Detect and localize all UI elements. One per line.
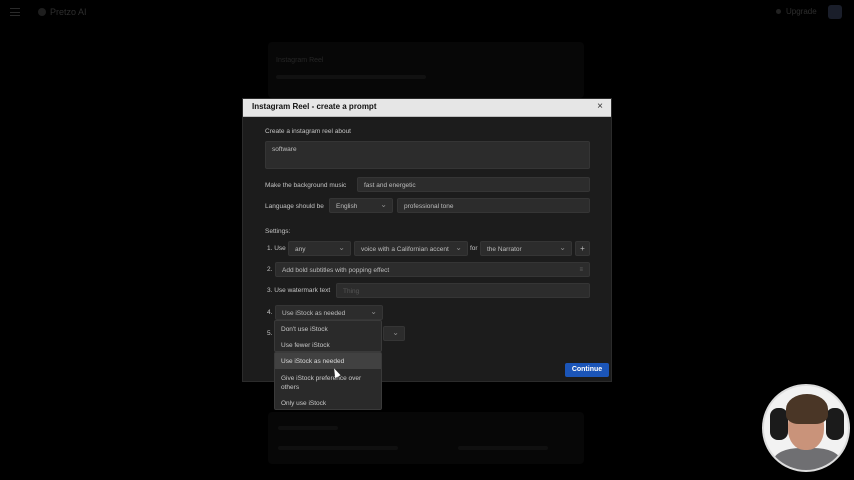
app-name: Pretzo AI <box>50 7 87 17</box>
background-bottom-card <box>268 412 584 464</box>
voice-accent-select[interactable]: voice with a Californian accent <box>354 241 468 256</box>
upgrade-link[interactable]: Upgrade <box>786 7 817 16</box>
istock-options-lower: Use iStock as needed Give iStock prefere… <box>274 352 382 410</box>
language-select[interactable]: English <box>329 198 393 213</box>
role-select[interactable]: the Narrator <box>480 241 572 256</box>
background-card <box>268 42 584 98</box>
background-card-line <box>276 75 426 79</box>
headphone-right-icon <box>826 408 844 440</box>
user-avatar[interactable] <box>828 5 842 19</box>
app-logo-icon <box>38 8 46 16</box>
topic-textarea[interactable]: software <box>265 141 590 169</box>
option-give-istock-preference[interactable]: Give iStock preference over <box>281 374 361 383</box>
subtitles-text: Add bold subtitles with popping effect <box>282 267 390 274</box>
modal-title: Instagram Reel - create a prompt <box>252 102 377 111</box>
tone-input[interactable]: professional tone <box>397 198 590 213</box>
webcam-hair <box>786 394 828 424</box>
modal-header: Instagram Reel - create a prompt × <box>243 99 611 117</box>
row5-number: 5. <box>267 330 273 337</box>
app-topbar: Pretzo AI Upgrade <box>0 0 854 26</box>
voice-type-select[interactable]: any <box>288 241 351 256</box>
option-use-fewer-istock[interactable]: Use fewer iStock <box>281 341 330 350</box>
row4-number: 4. <box>267 309 273 316</box>
row1-label: 1. Use <box>267 245 286 252</box>
topic-label: Create a instagram reel about <box>265 128 351 135</box>
settings-label: Settings: <box>265 228 291 235</box>
background-card-title: Instagram Reel <box>276 57 324 64</box>
background-line <box>278 446 398 450</box>
istock-usage-select[interactable]: Use iStock as needed <box>275 305 383 320</box>
row2-number: 2. <box>267 266 273 273</box>
close-icon[interactable]: × <box>597 101 603 112</box>
option-use-istock-as-needed[interactable]: Use iStock as needed <box>275 353 381 369</box>
option-selected-label: Use iStock as needed <box>281 358 345 365</box>
for-label: for <box>470 245 478 252</box>
add-voice-button[interactable]: + <box>575 241 590 256</box>
row5-select[interactable] <box>383 326 405 341</box>
drag-handle-icon[interactable]: ≡ <box>579 267 583 273</box>
webcam-shirt <box>774 448 840 470</box>
music-input[interactable]: fast and energetic <box>357 177 590 192</box>
row3-label: 3. Use watermark text <box>267 287 331 294</box>
background-line <box>278 426 338 430</box>
music-label: Make the background music <box>265 182 347 189</box>
language-label: Language should be <box>265 203 324 210</box>
upgrade-icon <box>776 9 781 14</box>
watermark-input[interactable]: Thing <box>336 283 590 298</box>
hamburger-menu-icon[interactable] <box>10 8 20 16</box>
istock-options-upper: Don't use iStock Use fewer iStock <box>274 320 382 352</box>
option-only-use-istock[interactable]: Only use iStock <box>281 399 326 408</box>
option-dont-use-istock[interactable]: Don't use iStock <box>281 325 328 334</box>
webcam-overlay <box>762 384 850 472</box>
continue-button[interactable]: Continue <box>565 363 609 377</box>
background-line <box>458 446 548 450</box>
subtitles-input[interactable]: Add bold subtitles with popping effect ≡ <box>275 262 590 277</box>
option-give-istock-preference-cont[interactable]: others <box>281 383 299 392</box>
